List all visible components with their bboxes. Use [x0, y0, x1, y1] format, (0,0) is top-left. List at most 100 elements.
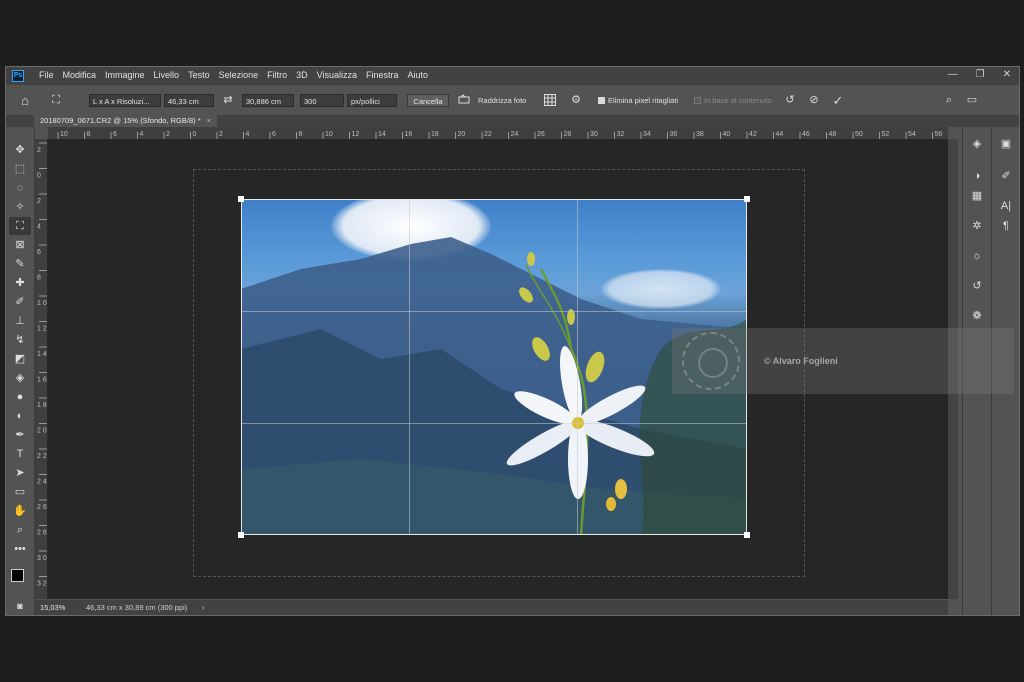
document-tab[interactable]: 20180709_0671.CR2 @ 15% (Sfondo, RGB/8) …: [34, 115, 218, 127]
delete-cropped-checkbox[interactable]: Elimina pixel ritagliati: [598, 94, 698, 107]
status-menu-arrow-icon[interactable]: ›: [202, 600, 205, 615]
workspace-icon[interactable]: ▭: [964, 94, 980, 107]
checkbox-unchecked-icon: [694, 97, 701, 104]
lightbulb-icon[interactable]: ☼: [967, 247, 987, 265]
ruler-tick-label: 8: [37, 275, 41, 282]
clone-stamp-icon[interactable]: ⊥: [9, 312, 31, 330]
frame-tool-icon[interactable]: ⊠: [9, 236, 31, 254]
menu-selezione[interactable]: Selezione: [219, 70, 259, 80]
menu-immagine[interactable]: Immagine: [105, 70, 145, 80]
ruler-tick-label: 18: [431, 131, 439, 138]
more-tools-icon[interactable]: •••: [9, 540, 31, 558]
ruler-tick-label: 54: [908, 131, 916, 138]
cancel-button[interactable]: Cancella: [407, 94, 449, 107]
paragraph-icon[interactable]: ¶: [996, 217, 1016, 235]
eraser-icon[interactable]: ◩: [9, 350, 31, 368]
ruler-tick-label: 38: [696, 131, 704, 138]
dodge-tool-icon[interactable]: ◐: [9, 407, 31, 425]
content-aware-label: In base al contenuto: [704, 96, 772, 105]
healing-brush-icon[interactable]: ✚: [9, 274, 31, 292]
ruler-tick-label: 6: [37, 249, 41, 256]
ruler-tick-label: 30: [590, 131, 598, 138]
close-button[interactable]: ✕: [1003, 69, 1011, 80]
blur-tool-icon[interactable]: ●: [9, 388, 31, 406]
document-tab-close-icon[interactable]: ×: [207, 116, 211, 125]
brushes-icon[interactable]: ✐: [996, 167, 1016, 185]
lasso-tool-icon[interactable]: ◌: [9, 179, 31, 197]
menu-modifica[interactable]: Modifica: [63, 70, 97, 80]
delete-cropped-label: Elimina pixel ritagliati: [608, 96, 679, 105]
straighten-icon[interactable]: [457, 94, 471, 107]
menu-file[interactable]: File: [39, 70, 54, 80]
width-input[interactable]: 46,33 cm: [164, 94, 214, 107]
history-brush-icon[interactable]: ↯: [9, 331, 31, 349]
home-icon[interactable]: ⌂: [18, 94, 32, 107]
reset-icon[interactable]: ↺: [782, 94, 798, 107]
crop-handle-bottom-right[interactable]: [744, 532, 750, 538]
ruler-tick-label: 12: [352, 131, 360, 138]
height-input[interactable]: 30,886 cm: [242, 94, 294, 107]
crop-handle-bottom-left[interactable]: [238, 532, 244, 538]
crop-tool-icon[interactable]: ⛶: [9, 217, 31, 235]
navigator-icon[interactable]: ✲: [967, 217, 987, 235]
libraries-icon[interactable]: ▣: [996, 135, 1016, 153]
minimize-button[interactable]: —: [948, 69, 958, 80]
swap-dimensions-icon[interactable]: ⇄: [220, 94, 236, 107]
content-aware-checkbox[interactable]: In base al contenuto: [694, 94, 784, 107]
ruler-tick-label: 2 8: [37, 530, 47, 537]
character-icon[interactable]: A|: [996, 197, 1016, 215]
restore-button[interactable]: ❐: [976, 69, 985, 80]
resolution-input[interactable]: 300: [300, 94, 344, 107]
ruler-tick-label: 2 2: [37, 453, 47, 460]
crop-handle-top-right[interactable]: [744, 196, 750, 202]
zoom-tool-icon[interactable]: ⌕: [9, 521, 31, 539]
ruler-tick-label: 4: [140, 131, 144, 138]
menu-filtro[interactable]: Filtro: [267, 70, 287, 80]
marquee-tool-icon[interactable]: ⬚: [9, 160, 31, 178]
straighten-label[interactable]: Raddrizza foto: [478, 94, 538, 107]
menu-finestra[interactable]: Finestra: [366, 70, 399, 80]
paint-bucket-icon[interactable]: ◈: [9, 369, 31, 387]
watermark-seal: [682, 332, 740, 390]
ruler-tick-label: 26: [537, 131, 545, 138]
rectangle-tool-icon[interactable]: ▭: [9, 483, 31, 501]
foreground-color-swatch[interactable]: [11, 569, 24, 582]
path-selection-icon[interactable]: ➤: [9, 464, 31, 482]
ruler-tick-label: 2 0: [37, 428, 47, 435]
hand-tool-icon[interactable]: ✋: [9, 502, 31, 520]
magic-wand-icon[interactable]: ✧: [9, 198, 31, 216]
eyedropper-icon[interactable]: ✎: [9, 255, 31, 273]
cancel-crop-icon[interactable]: ⊘: [806, 94, 822, 107]
ruler-tick-label: 2: [37, 147, 41, 154]
adjustments-icon[interactable]: ◑: [967, 167, 987, 185]
menu-testo[interactable]: Testo: [188, 70, 210, 80]
crop-handle-top-left[interactable]: [238, 196, 244, 202]
quick-mask-icon[interactable]: ◙: [9, 597, 31, 615]
gear-icon[interactable]: ⚙: [568, 94, 584, 107]
ratio-select[interactable]: L x A x Risoluzi...: [89, 94, 161, 107]
zoom-level[interactable]: 15,03%: [40, 600, 65, 615]
brush-tool-icon[interactable]: ✐: [9, 293, 31, 311]
ruler-tick-label: 3 2: [37, 581, 47, 588]
commit-check-icon[interactable]: ✓: [830, 94, 846, 107]
ruler-tick-label: 40: [723, 131, 731, 138]
menu-3d[interactable]: 3D: [296, 70, 308, 80]
search-icon[interactable]: ⌕: [942, 94, 956, 107]
swatches-grid-icon[interactable]: ▦: [967, 187, 987, 205]
ruler-tick-label: 2: [166, 131, 170, 138]
ruler-tick-label: 0: [193, 131, 197, 138]
menu-aiuto[interactable]: Aiuto: [408, 70, 429, 80]
move-tool-icon[interactable]: ✥: [9, 141, 31, 159]
history-icon[interactable]: ↺: [967, 277, 987, 295]
ruler-tick-label: 8: [87, 131, 91, 138]
layers-icon[interactable]: ◈: [967, 135, 987, 153]
channels-icon[interactable]: ❁: [967, 307, 987, 325]
pen-tool-icon[interactable]: ✒: [9, 426, 31, 444]
resolution-unit-select[interactable]: px/pollici: [347, 94, 397, 107]
crop-tool-icon[interactable]: ⛶: [48, 94, 64, 107]
menu-visualizza[interactable]: Visualizza: [317, 70, 357, 80]
ruler-tick-label: 2 4: [37, 479, 47, 486]
grid-overlay-icon[interactable]: [542, 94, 558, 107]
menu-livello[interactable]: Livello: [154, 70, 180, 80]
type-tool-icon[interactable]: T: [9, 445, 31, 463]
